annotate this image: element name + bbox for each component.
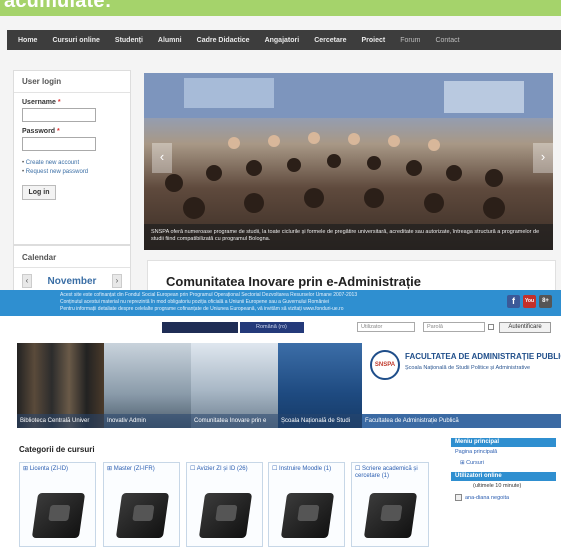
calendar-title: Calendar xyxy=(14,246,130,268)
username-input[interactable]: Utilizator xyxy=(357,322,415,332)
nav-alumni[interactable]: Alumni xyxy=(158,37,182,44)
caption-text: acumulate: xyxy=(4,0,112,12)
username-input[interactable] xyxy=(22,108,96,122)
nav-research[interactable]: Cercetare xyxy=(314,37,346,44)
google-plus-icon[interactable]: 8+ xyxy=(539,295,552,308)
nav-courses[interactable]: Cursuri online xyxy=(52,37,99,44)
banner-photo-graduation[interactable]: Școala Națională de Studi xyxy=(278,343,362,428)
course-card[interactable]: ⊞ Licenta (ZI-ID) xyxy=(19,462,96,547)
nav-employers[interactable]: Angajatori xyxy=(265,37,300,44)
login-title: User login xyxy=(14,71,130,93)
snspa-logo: SNSPA xyxy=(370,350,400,380)
banner-photo-admin[interactable]: Inovativ Admin xyxy=(104,343,191,428)
calendar-month: November xyxy=(47,275,97,287)
brand-label-bar: Facultatea de Administrație Publică xyxy=(362,414,561,428)
header-banner: Biblioteca Centrală Univer Inovativ Admi… xyxy=(17,343,561,428)
menu-item-home[interactable]: Pagina principală xyxy=(451,447,556,458)
nav-teachers[interactable]: Cadre Didactice xyxy=(197,37,250,44)
featured-block: Comunitatea Inovare prin e-Administrație xyxy=(147,260,556,290)
nav-students[interactable]: Studenți xyxy=(115,37,143,44)
online-user[interactable]: ana-diana negoita xyxy=(451,492,556,504)
banner-label: Inovativ Admin xyxy=(104,414,191,428)
course-card[interactable]: ☐ Instruire Moodle (1) xyxy=(268,462,345,547)
calendar-prev-button[interactable]: ‹ xyxy=(22,274,32,288)
course-title[interactable]: ☐ Instruire Moodle xyxy=(272,466,322,472)
header-dark-block xyxy=(162,322,238,333)
categories-title: Categorii de cursuri xyxy=(19,445,95,454)
course-card[interactable]: ☐ Avizier ZI și ID (26) xyxy=(186,462,263,547)
site1-screenshot: Home Cursuri online Studenți Alumni Cadr… xyxy=(0,16,561,290)
book-icon xyxy=(198,493,253,538)
main-menu-header: Meniu principal xyxy=(451,438,556,447)
banner-label: Comunitatea Inovare prin e xyxy=(191,414,278,428)
calendar-header: ‹ November › xyxy=(22,274,122,288)
faculty-subtitle: Școala Națională de Studii Politice și A… xyxy=(405,365,531,371)
site2-screenshot: Acest site este cofinanțat din Fondul So… xyxy=(0,290,561,553)
course-title[interactable]: ⊞ Master (ZI-IFR) xyxy=(107,466,155,472)
featured-title[interactable]: Comunitatea Inovare prin e-Administrație xyxy=(166,274,421,289)
banner-label: Școala Națională de Studi xyxy=(278,414,362,428)
notice-line-3: Pentru informații detaliate despre celel… xyxy=(60,306,344,312)
slideshow-caption: SNSPA oferă numeroase programe de studii… xyxy=(144,224,553,250)
request-password-link[interactable]: Request new password xyxy=(22,169,130,175)
auth-bar: Română (ro) Utilizator Parolă Autentific… xyxy=(0,316,561,338)
slideshow: ‹ › SNSPA oferă numeroase programe de st… xyxy=(144,73,553,250)
user-login-block: User login Username * Password * Create … xyxy=(13,70,131,245)
menu-item-courses[interactable]: ⊞ Cursuri xyxy=(451,458,556,469)
nav-forum[interactable]: Forum xyxy=(400,37,420,44)
password-input[interactable] xyxy=(22,137,96,151)
online-users-header: Utilizatori online xyxy=(451,472,556,481)
nav-project[interactable]: Proiect xyxy=(362,37,386,44)
course-card[interactable]: ⊞ Master (ZI-IFR) xyxy=(103,462,180,547)
banner-photo-library[interactable]: Biblioteca Centrală Univer xyxy=(17,343,104,428)
book-icon xyxy=(115,493,170,538)
password-label: Password * xyxy=(22,128,60,135)
username-label: Username * xyxy=(22,99,61,106)
create-account-link[interactable]: Create new account xyxy=(22,160,130,166)
faculty-brand: SNSPA FACULTATEA DE ADMINISTRAȚIE PUBLIC… xyxy=(362,343,561,428)
login-button[interactable]: Log in xyxy=(22,185,56,200)
banner-label: Biblioteca Centrală Univer xyxy=(17,414,104,428)
slideshow-prev-button[interactable]: ‹ xyxy=(152,143,172,173)
user-avatar-icon xyxy=(455,494,462,501)
banner-photo-community[interactable]: Comunitatea Inovare prin e xyxy=(191,343,278,428)
course-title[interactable]: ☐ Avizier ZI și ID xyxy=(190,466,235,472)
remember-checkbox[interactable] xyxy=(488,324,494,330)
youtube-icon[interactable]: You xyxy=(523,295,536,308)
password-input[interactable]: Parolă xyxy=(423,322,485,332)
course-card[interactable]: ☐ Scriere academică și cercetare (1) xyxy=(351,462,429,547)
language-select[interactable]: Română (ro) xyxy=(240,322,304,333)
facebook-icon[interactable]: f xyxy=(507,295,520,308)
course-title[interactable]: ⊞ Licenta (ZI-ID) xyxy=(23,466,68,472)
online-users-note: (ultimele 10 minute) xyxy=(473,483,522,489)
slideshow-next-button[interactable]: › xyxy=(533,143,553,173)
book-icon xyxy=(280,493,335,538)
caption-band: acumulate: xyxy=(0,0,561,16)
main-nav: Home Cursuri online Studenți Alumni Cadr… xyxy=(7,30,561,50)
eu-notice-band: Acest site este cofinanțat din Fondul So… xyxy=(0,290,561,316)
calendar-next-button[interactable]: › xyxy=(112,274,122,288)
right-sidebar: Meniu principal Pagina principală ⊞ Curs… xyxy=(451,438,556,504)
notice-line-2: Conținutul acestui material nu reprezint… xyxy=(60,299,330,305)
book-icon xyxy=(31,493,86,538)
book-icon xyxy=(363,493,418,538)
login-button[interactable]: Autentificare xyxy=(499,322,551,333)
notice-line-1: Acest site este cofinanțat din Fondul So… xyxy=(60,292,358,298)
calendar-block: Calendar ‹ November › xyxy=(13,245,131,290)
nav-contact[interactable]: Contact xyxy=(435,37,459,44)
nav-home[interactable]: Home xyxy=(18,37,37,44)
banner-label: Facultatea de Administrație Publică xyxy=(365,418,459,424)
faculty-title: FACULTATEA DE ADMINISTRAȚIE PUBLIC xyxy=(405,352,561,361)
